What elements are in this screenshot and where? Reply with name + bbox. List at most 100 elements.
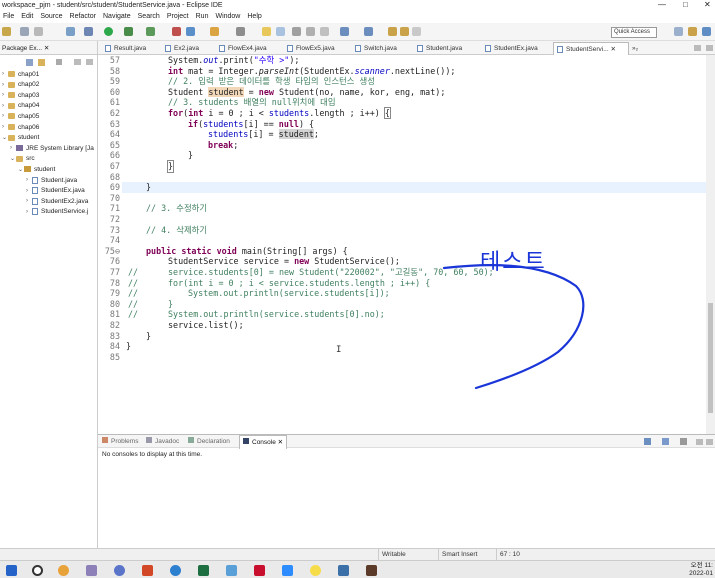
task-icon[interactable]	[262, 27, 271, 36]
browser-icon[interactable]	[114, 565, 125, 576]
prev-annotation-icon[interactable]	[364, 27, 373, 36]
tree-item[interactable]: › chap04	[2, 101, 39, 111]
menu-edit[interactable]: Edit	[18, 13, 37, 20]
menu-source[interactable]: Source	[37, 13, 66, 20]
console-menu-icon[interactable]	[680, 438, 687, 445]
new-package-icon[interactable]	[186, 27, 195, 36]
tree-item[interactable]: › chap03	[2, 90, 39, 100]
open-type-icon[interactable]	[210, 27, 219, 36]
next-annotation-icon[interactable]	[340, 27, 349, 36]
minimize-button[interactable]: —	[658, 0, 666, 10]
zoom-icon[interactable]	[282, 565, 293, 576]
external-tools-icon[interactable]	[146, 27, 155, 36]
search-icon[interactable]	[32, 565, 43, 576]
chrome-icon[interactable]	[58, 565, 69, 576]
block-selection-icon[interactable]	[292, 27, 301, 36]
minimize-view-icon[interactable]	[74, 59, 81, 65]
tab-flowex4[interactable]: FlowEx4.java	[216, 42, 267, 55]
coverage-icon[interactable]	[124, 27, 133, 36]
toggle-mark-icon[interactable]	[276, 27, 285, 36]
app-icon[interactable]	[86, 565, 97, 576]
save-all-icon[interactable]	[34, 27, 43, 36]
tree-item[interactable]: › StudentEx2.java	[26, 196, 88, 206]
menu-search[interactable]: Search	[135, 13, 164, 20]
java-ee-perspective-icon[interactable]	[688, 27, 697, 36]
quick-access-input[interactable]: Quick Access	[611, 27, 657, 38]
search-icon[interactable]	[236, 27, 245, 36]
tree-item[interactable]: › chap05	[2, 111, 39, 121]
view-menu-icon[interactable]	[56, 59, 62, 65]
tree-item[interactable]: › chap06	[2, 122, 39, 132]
scrollbar-thumb[interactable]	[708, 303, 713, 413]
last-edit-icon[interactable]	[388, 27, 397, 36]
tree-item[interactable]: ⌄ src	[10, 154, 35, 164]
back-icon[interactable]	[400, 27, 409, 36]
minimize-editor-icon[interactable]	[694, 45, 701, 51]
powerpoint-icon[interactable]	[142, 565, 153, 576]
tree-item[interactable]: › JRE System Library [Ja	[10, 143, 94, 153]
editor-scrollbar[interactable]	[706, 55, 715, 434]
link-editor-icon[interactable]	[38, 59, 45, 66]
tree-item[interactable]: › StudentEx.java	[26, 186, 85, 196]
new-java-project-icon[interactable]	[172, 27, 181, 36]
tab-ex2[interactable]: Ex2.java	[162, 42, 199, 55]
java-file-icon	[105, 45, 111, 52]
run-icon[interactable]	[104, 27, 113, 36]
tab-flowex5[interactable]: FlowEx5.java	[284, 42, 335, 55]
maximize-view-icon[interactable]	[86, 59, 93, 65]
tree-item-label: chap03	[18, 91, 40, 99]
menu-project[interactable]: Project	[164, 13, 193, 20]
edge-icon[interactable]	[170, 565, 181, 576]
debug-icon[interactable]	[84, 27, 93, 36]
tab-switch[interactable]: Switch.java	[352, 42, 397, 55]
close-button[interactable]: ✕	[704, 0, 711, 10]
open-perspective-icon[interactable]	[674, 27, 683, 36]
tree-item[interactable]: › Student.java	[26, 175, 77, 185]
collapse-all-icon[interactable]	[26, 59, 33, 66]
start-icon[interactable]	[6, 565, 17, 576]
paint-icon[interactable]	[226, 565, 237, 576]
tree-item[interactable]: ⌄ student	[2, 133, 39, 143]
menu-help[interactable]: Help	[244, 13, 265, 20]
package-explorer-title[interactable]: Package Ex... ✕	[2, 44, 49, 52]
menu-run[interactable]: Run	[193, 13, 213, 20]
menu-refactor[interactable]: Refactor	[67, 13, 100, 20]
pdf-icon[interactable]	[254, 565, 265, 576]
display-console-icon[interactable]	[662, 438, 669, 445]
tree-item[interactable]: › chap01	[2, 69, 39, 79]
word-wrap-icon[interactable]	[306, 27, 315, 36]
menu-navigate[interactable]: Navigate	[100, 13, 135, 20]
excel-icon[interactable]	[198, 565, 209, 576]
menu-file[interactable]: File	[0, 13, 18, 20]
tab-javadoc[interactable]: Javadoc	[146, 435, 179, 448]
tab-studentex[interactable]: StudentEx.java	[482, 42, 538, 55]
tree-item[interactable]: › StudentService.j	[26, 207, 88, 217]
show-whitespace-icon[interactable]	[320, 27, 329, 36]
app-icon-2[interactable]	[338, 565, 349, 576]
menu-window[interactable]: Window	[212, 13, 244, 20]
tab-student[interactable]: Student.java	[414, 42, 462, 55]
eclipse-taskbar-icon[interactable]	[366, 565, 377, 576]
save-icon[interactable]	[20, 27, 29, 36]
java-perspective-icon[interactable]	[702, 27, 711, 36]
system-clock[interactable]: 오전 11: 2022-01	[689, 562, 713, 578]
maximize-button[interactable]: □	[683, 0, 688, 10]
kakaotalk-icon[interactable]	[310, 565, 321, 576]
minimize-console-icon[interactable]	[696, 439, 703, 445]
tree-item[interactable]: ⌄ student	[18, 164, 55, 174]
tab-declaration[interactable]: Declaration	[188, 435, 230, 448]
tab-problems[interactable]: Problems	[102, 435, 138, 448]
tree-item[interactable]: › chap02	[2, 80, 39, 90]
skip-breakpoints-icon[interactable]	[66, 27, 75, 36]
maximize-console-icon[interactable]	[706, 439, 713, 445]
open-console-icon[interactable]	[644, 438, 651, 445]
tab-result[interactable]: Result.java	[102, 42, 146, 55]
forward-icon[interactable]	[412, 27, 421, 36]
maximize-editor-icon[interactable]	[706, 45, 713, 51]
lib-icon	[16, 145, 23, 152]
tab-overflow[interactable]: »₂	[630, 42, 638, 55]
tab-console[interactable]: Console ✕	[239, 435, 288, 449]
new-icon[interactable]	[2, 27, 11, 36]
code-editor[interactable]: 57 System.out.print("수학 >"); 58 int mat = …	[98, 55, 715, 434]
tab-studentservice[interactable]: StudentServi... ✕	[553, 42, 629, 55]
